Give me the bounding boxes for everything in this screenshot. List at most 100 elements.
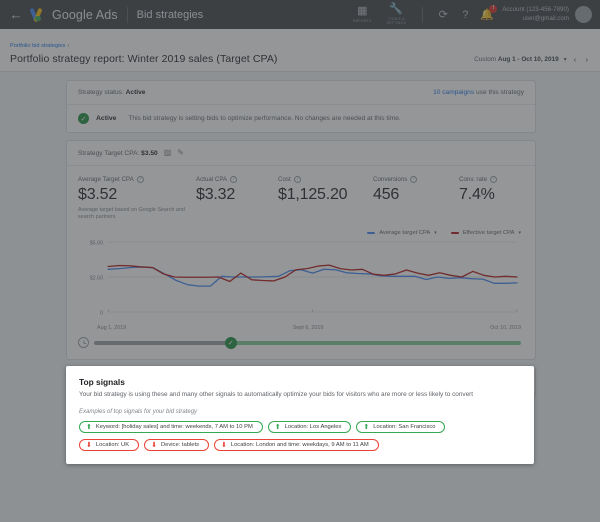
signal-chip[interactable]: ⬆ Keyword: [holiday sales] and time: wee… xyxy=(79,421,263,433)
metric-cost: Cost ? $1,125.20 xyxy=(278,176,373,221)
notification-badge: ! xyxy=(489,5,497,13)
legend-swatch xyxy=(367,232,375,234)
date-range-picker[interactable]: Custom Aug 1 - Oct 10, 2019 ▾ ‹ › xyxy=(474,55,590,65)
signal-chip[interactable]: ⬇ Device: tablets xyxy=(144,439,209,451)
breadcrumb-link[interactable]: Portfolio bid strategies xyxy=(10,43,65,49)
metric-value: 7.4% xyxy=(459,186,539,204)
chevron-down-icon[interactable]: ▾ xyxy=(564,56,567,63)
tools-settings-label: TOOLS &SETTINGS xyxy=(386,17,406,26)
notifications-icon[interactable]: 🔔! xyxy=(476,4,498,26)
app-page: ← Google Ads Bid strategies ▦ REPORTS 🔧 … xyxy=(0,0,600,522)
avatar[interactable] xyxy=(575,6,592,23)
metric-label: Cost xyxy=(278,176,291,183)
strategy-status: Strategy status: Active xyxy=(78,89,145,96)
next-period-button[interactable]: › xyxy=(583,55,590,64)
account-id: Account (123-456-7890) xyxy=(502,6,569,15)
legend-swatch xyxy=(451,232,459,234)
signal-chip[interactable]: ⬇ Location: UK xyxy=(79,439,139,451)
campaigns-suffix: use this strategy xyxy=(474,89,524,96)
help-icon[interactable]: ? xyxy=(137,176,144,183)
timeline-track-active xyxy=(231,341,521,345)
metric-value: $3.32 xyxy=(196,186,278,204)
reports-label: REPORTS xyxy=(353,19,372,23)
svg-text:$2.50: $2.50 xyxy=(90,275,104,281)
help-icon[interactable]: ? xyxy=(294,176,301,183)
signal-chip-label: Location: San Francisco xyxy=(373,424,435,430)
metric-value: $3.52 xyxy=(78,186,196,204)
section-title: Bid strategies xyxy=(137,9,204,21)
strategy-status-value: Active xyxy=(126,89,146,96)
app-bar: ← Google Ads Bid strategies ▦ REPORTS 🔧 … xyxy=(0,0,600,29)
negative-signal-chips: ⬇ Location: UK ⬇ Device: tablets ⬇ Locat… xyxy=(79,439,521,451)
performance-chart: $5.00$2.500 xyxy=(67,236,535,324)
check-circle-icon[interactable]: ✓ xyxy=(225,337,237,349)
x-tick-label: Aug 1, 2019 xyxy=(97,325,126,331)
pencil-icon[interactable]: ✎ xyxy=(177,149,184,157)
metric-label: Actual CPA xyxy=(196,176,227,183)
x-tick-label: Sept 6, 2019 xyxy=(293,325,324,331)
target-cpa-label: Strategy Target CPA: $3.50 xyxy=(78,150,158,157)
help-icon[interactable]: ? xyxy=(490,176,497,183)
back-arrow-icon[interactable]: ← xyxy=(8,7,24,23)
refresh-icon[interactable]: ⟳ xyxy=(432,4,454,26)
status-detail-desc: This bid strategy is setting bids to opt… xyxy=(128,115,400,122)
x-tick-label: Oct 10, 2019 xyxy=(490,325,521,331)
metric-label: Average Target CPA xyxy=(78,176,134,183)
campaigns-note: 10 campaigns use this strategy xyxy=(433,89,524,96)
arrow-down-icon: ⬇ xyxy=(151,442,157,449)
prev-period-button[interactable]: ‹ xyxy=(572,55,579,64)
signal-chip-label: Location: Los Angeles xyxy=(285,424,342,430)
top-signals-examples-label: Examples of top signals for your bid str… xyxy=(79,409,521,415)
positive-signal-chips: ⬆ Keyword: [holiday sales] and time: wee… xyxy=(79,421,521,433)
metric-value: $1,125.20 xyxy=(278,186,373,204)
metric-label: Conversions xyxy=(373,176,407,183)
appbar-divider xyxy=(127,7,128,23)
campaigns-link[interactable]: 10 campaigns xyxy=(433,89,474,96)
metric-conv-rate: Conv. rate ? 7.4% xyxy=(459,176,539,221)
google-ads-logo xyxy=(31,8,46,22)
breadcrumb-separator: › xyxy=(67,43,69,49)
history-clock-icon xyxy=(78,337,89,348)
signal-chip-label: Keyword: [holiday sales] and time: weeke… xyxy=(96,424,253,430)
metric-subtext: Average target based on Google Search an… xyxy=(78,207,196,221)
arrow-down-icon: ⬇ xyxy=(221,442,227,449)
timeline-slider[interactable]: ✓ xyxy=(67,331,535,359)
signal-chip[interactable]: ⬆ Location: San Francisco xyxy=(356,421,445,433)
chart-x-axis: Aug 1, 2019 Sept 6, 2019 Oct 10, 2019 xyxy=(67,324,535,331)
status-detail-row: ✓ Active This bid strategy is setting bi… xyxy=(67,105,535,132)
page-title: Portfolio strategy report: Winter 2019 s… xyxy=(10,53,474,65)
chart-svg: $5.00$2.500 xyxy=(78,238,521,324)
timeline-track-past xyxy=(94,341,231,345)
reports-button[interactable]: ▦ REPORTS xyxy=(345,6,379,23)
tools-settings-button[interactable]: 🔧 TOOLS &SETTINGS xyxy=(379,4,413,26)
status-detail-title: Active xyxy=(96,115,116,122)
appbar-actions: ▦ REPORTS 🔧 TOOLS &SETTINGS ⟳ ? 🔔! Accou… xyxy=(345,4,592,26)
top-signals-card: Top signals Your bid strategy is using t… xyxy=(66,366,534,464)
status-summary-row: Strategy status: Active 10 campaigns use… xyxy=(67,81,535,105)
metrics-row: Average Target CPA ? $3.52 Average targe… xyxy=(67,166,535,227)
arrow-up-icon: ⬆ xyxy=(275,424,281,431)
metric-label: Conv. rate xyxy=(459,176,487,183)
account-email: user@gmail.com xyxy=(502,15,569,24)
signal-chip-label: Location: London and time: weekdays, 9 A… xyxy=(231,442,369,448)
arrow-up-icon: ⬆ xyxy=(363,424,369,431)
timeline-track[interactable]: ✓ xyxy=(94,341,521,345)
insert-chart-icon[interactable]: ▨ xyxy=(164,149,172,157)
metric-average-target-cpa: Average Target CPA ? $3.52 Average targe… xyxy=(78,176,196,221)
appbar-divider-2 xyxy=(422,7,423,23)
check-circle-icon: ✓ xyxy=(78,113,89,124)
svg-text:$5.00: $5.00 xyxy=(90,240,104,246)
help-icon[interactable]: ? xyxy=(410,176,417,183)
account-info[interactable]: Account (123-456-7890) user@gmail.com xyxy=(502,6,569,23)
help-icon[interactable]: ? xyxy=(230,176,237,183)
brand-label: Google Ads xyxy=(52,8,118,22)
metric-conversions: Conversions ? 456 xyxy=(373,176,459,221)
signal-chip-label: Location: UK xyxy=(96,442,129,448)
wrench-icon: 🔧 xyxy=(389,4,403,15)
signal-chip[interactable]: ⬇ Location: London and time: weekdays, 9… xyxy=(214,439,379,451)
reports-icon: ▦ xyxy=(357,6,367,17)
help-icon[interactable]: ? xyxy=(454,4,476,26)
target-cpa-row: Strategy Target CPA: $3.50 ▨ ✎ xyxy=(67,141,535,166)
metric-actual-cpa: Actual CPA ? $3.32 xyxy=(196,176,278,221)
signal-chip[interactable]: ⬆ Location: Los Angeles xyxy=(268,421,352,433)
